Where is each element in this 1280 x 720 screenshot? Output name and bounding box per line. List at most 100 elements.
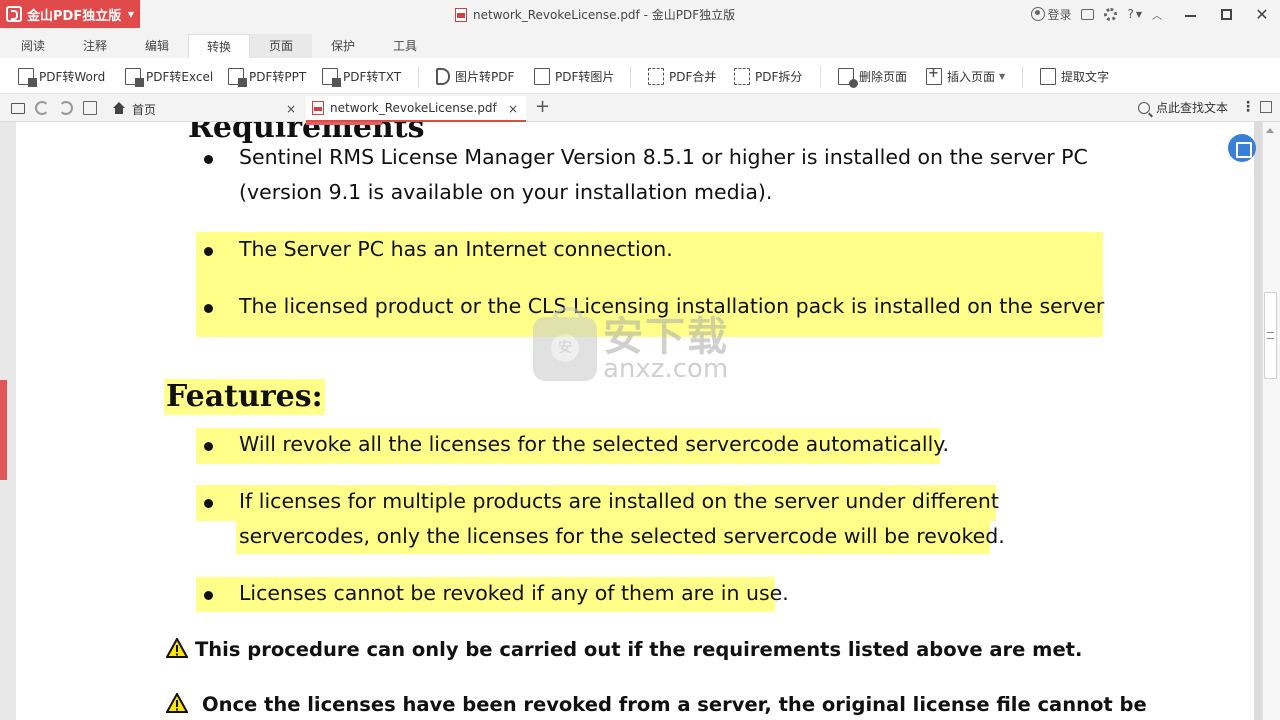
save-icon[interactable] bbox=[83, 101, 97, 115]
extract-text-button[interactable]: 提取文字 bbox=[1040, 66, 1109, 86]
minimize-icon bbox=[1184, 15, 1196, 17]
image-to-pdf-icon bbox=[436, 67, 450, 85]
search-icon bbox=[1138, 101, 1150, 114]
open-folder-icon[interactable] bbox=[11, 103, 25, 114]
sidebar-expand-handle[interactable] bbox=[0, 380, 7, 480]
close-window-button[interactable]: ✕ bbox=[1244, 0, 1280, 28]
word-convert-icon bbox=[18, 67, 37, 87]
tab-page[interactable]: 页面 bbox=[250, 34, 312, 58]
title-bar: 金山PDF独立版 ▼ network_RevokeLicense.pdf - 金… bbox=[0, 0, 1280, 30]
ribbon-label: PDF转TXT bbox=[343, 69, 402, 84]
window-title: network_RevokeLicense.pdf - 金山PDF独立版 bbox=[455, 6, 735, 23]
requirement-text: (version 9.1 is available on your instal… bbox=[239, 180, 773, 204]
message-button[interactable] bbox=[1081, 8, 1095, 20]
tab-document[interactable]: network_RevokeLicense.pdf × bbox=[306, 96, 526, 122]
bullet-icon bbox=[204, 304, 213, 313]
ribbon-divider bbox=[820, 66, 821, 88]
delete-page-button[interactable]: 删除页面 bbox=[838, 66, 907, 88]
pdf-file-icon bbox=[312, 101, 324, 115]
tab-annotate[interactable]: 注释 bbox=[64, 34, 126, 58]
warning-text: This procedure can only be carried out i… bbox=[195, 638, 1083, 661]
more-options-icon[interactable]: ⋮ bbox=[1241, 99, 1255, 115]
help-button[interactable]: ? ▼ bbox=[1127, 7, 1142, 21]
pdf-split-button[interactable]: PDF拆分 bbox=[734, 66, 802, 86]
ribbon-label: PDF转PPT bbox=[249, 69, 307, 84]
feature-text: Licenses cannot be revoked if any of the… bbox=[239, 581, 789, 605]
tab-protect[interactable]: 保护 bbox=[312, 34, 374, 58]
title-bar-actions: 登录 ? ▼ ︿ ✕ bbox=[1031, 0, 1280, 28]
ribbon-label: 提取文字 bbox=[1061, 69, 1110, 84]
close-tab-icon[interactable]: × bbox=[508, 102, 518, 116]
right-margin bbox=[1254, 122, 1262, 720]
chevron-down-icon: ▼ bbox=[1135, 9, 1142, 19]
side-panel-toggle-icon[interactable] bbox=[1260, 101, 1272, 113]
ribbon-divider bbox=[418, 66, 419, 88]
warning-text: Once the licenses have been revoked from… bbox=[202, 693, 1147, 716]
ribbon-toolbar: PDF转Word PDF转Excel PDF转PPT PDF转TXT 图片转PD… bbox=[0, 58, 1280, 94]
maximize-icon bbox=[1220, 8, 1232, 20]
pdf-merge-button[interactable]: PDF合并 bbox=[648, 66, 716, 86]
tab-home-label: 首页 bbox=[132, 102, 157, 117]
login-button[interactable]: 登录 bbox=[1031, 6, 1071, 23]
tab-tools[interactable]: 工具 bbox=[374, 34, 436, 58]
ribbon-label: 插入页面 bbox=[947, 69, 996, 84]
chevron-down-icon: ▼ bbox=[999, 71, 1006, 81]
requirement-text: Sentinel RMS License Manager Version 8.5… bbox=[239, 145, 1088, 169]
image-to-pdf-button[interactable]: 图片转PDF bbox=[436, 66, 514, 86]
pdf-to-excel-button[interactable]: PDF转Excel bbox=[125, 66, 213, 87]
settings-button[interactable] bbox=[1104, 7, 1118, 21]
scroll-up-icon[interactable] bbox=[1266, 128, 1274, 133]
redo-icon[interactable] bbox=[59, 101, 73, 115]
app-name: 金山PDF独立版 bbox=[27, 8, 122, 24]
split-icon bbox=[734, 67, 750, 85]
excel-convert-icon bbox=[125, 67, 144, 87]
cut-off-heading: Requirements bbox=[188, 122, 425, 145]
requirement-text: The Server PC has an Internet connection… bbox=[239, 237, 673, 261]
feature-text: If licenses for multiple products are in… bbox=[239, 489, 999, 513]
app-menu-button[interactable]: 金山PDF独立版 ▼ bbox=[0, 0, 140, 28]
app-logo-icon bbox=[6, 6, 22, 22]
minimize-button[interactable] bbox=[1172, 0, 1208, 28]
bullet-icon bbox=[204, 155, 213, 164]
watermark-en: anxz.com bbox=[603, 354, 729, 384]
pdf-to-ppt-button[interactable]: PDF转PPT bbox=[228, 66, 307, 87]
home-icon bbox=[112, 102, 126, 115]
pdf-to-image-button[interactable]: PDF转图片 bbox=[534, 66, 614, 86]
login-label: 登录 bbox=[1047, 7, 1072, 22]
vertical-scrollbar[interactable] bbox=[1262, 122, 1280, 720]
close-icon: ✕ bbox=[1255, 4, 1269, 24]
user-icon bbox=[1031, 7, 1046, 21]
document-viewer: Requirements Sentinel RMS License Manage… bbox=[0, 122, 1280, 720]
insert-page-icon bbox=[926, 66, 942, 85]
new-tab-button[interactable]: + bbox=[535, 96, 550, 117]
pdf-to-image-icon bbox=[534, 67, 550, 85]
ribbon-divider bbox=[1022, 66, 1023, 88]
tab-read[interactable]: 阅读 bbox=[2, 34, 64, 58]
pdf-file-icon bbox=[455, 7, 467, 22]
watermark-cn: 安下载 bbox=[603, 314, 729, 360]
maximize-button[interactable] bbox=[1208, 0, 1244, 28]
shopping-bag-icon bbox=[533, 307, 597, 381]
warning-icon bbox=[166, 638, 188, 658]
find-text-button[interactable]: 点此查找文本 bbox=[1138, 99, 1228, 116]
ppt-convert-icon bbox=[228, 67, 247, 87]
collapse-ribbon-button[interactable]: ︿ bbox=[1152, 7, 1162, 22]
document-tab-strip: 首页 × network_RevokeLicense.pdf × bbox=[0, 94, 1280, 122]
close-tab-icon[interactable]: × bbox=[286, 102, 296, 116]
merge-icon bbox=[648, 67, 664, 85]
tab-convert[interactable]: 转换 bbox=[188, 34, 250, 58]
warning-icon bbox=[166, 693, 188, 713]
delete-page-icon bbox=[838, 67, 858, 88]
chevron-down-icon: ▼ bbox=[127, 9, 134, 19]
help-icon: ? bbox=[1127, 7, 1134, 21]
floating-tool-button[interactable] bbox=[1228, 134, 1256, 162]
tab-edit[interactable]: 编辑 bbox=[126, 34, 188, 58]
pdf-to-word-button[interactable]: PDF转Word bbox=[18, 66, 105, 87]
insert-page-button[interactable]: 插入页面▼ bbox=[926, 66, 1005, 86]
tab-home[interactable]: 首页 × bbox=[108, 96, 304, 122]
window-title-text: network_RevokeLicense.pdf - 金山PDF独立版 bbox=[473, 8, 736, 22]
undo-icon[interactable] bbox=[35, 101, 49, 115]
find-text-label: 点此查找文本 bbox=[1156, 101, 1229, 115]
ribbon-label: 图片转PDF bbox=[455, 69, 515, 84]
pdf-to-txt-button[interactable]: PDF转TXT bbox=[322, 66, 402, 87]
